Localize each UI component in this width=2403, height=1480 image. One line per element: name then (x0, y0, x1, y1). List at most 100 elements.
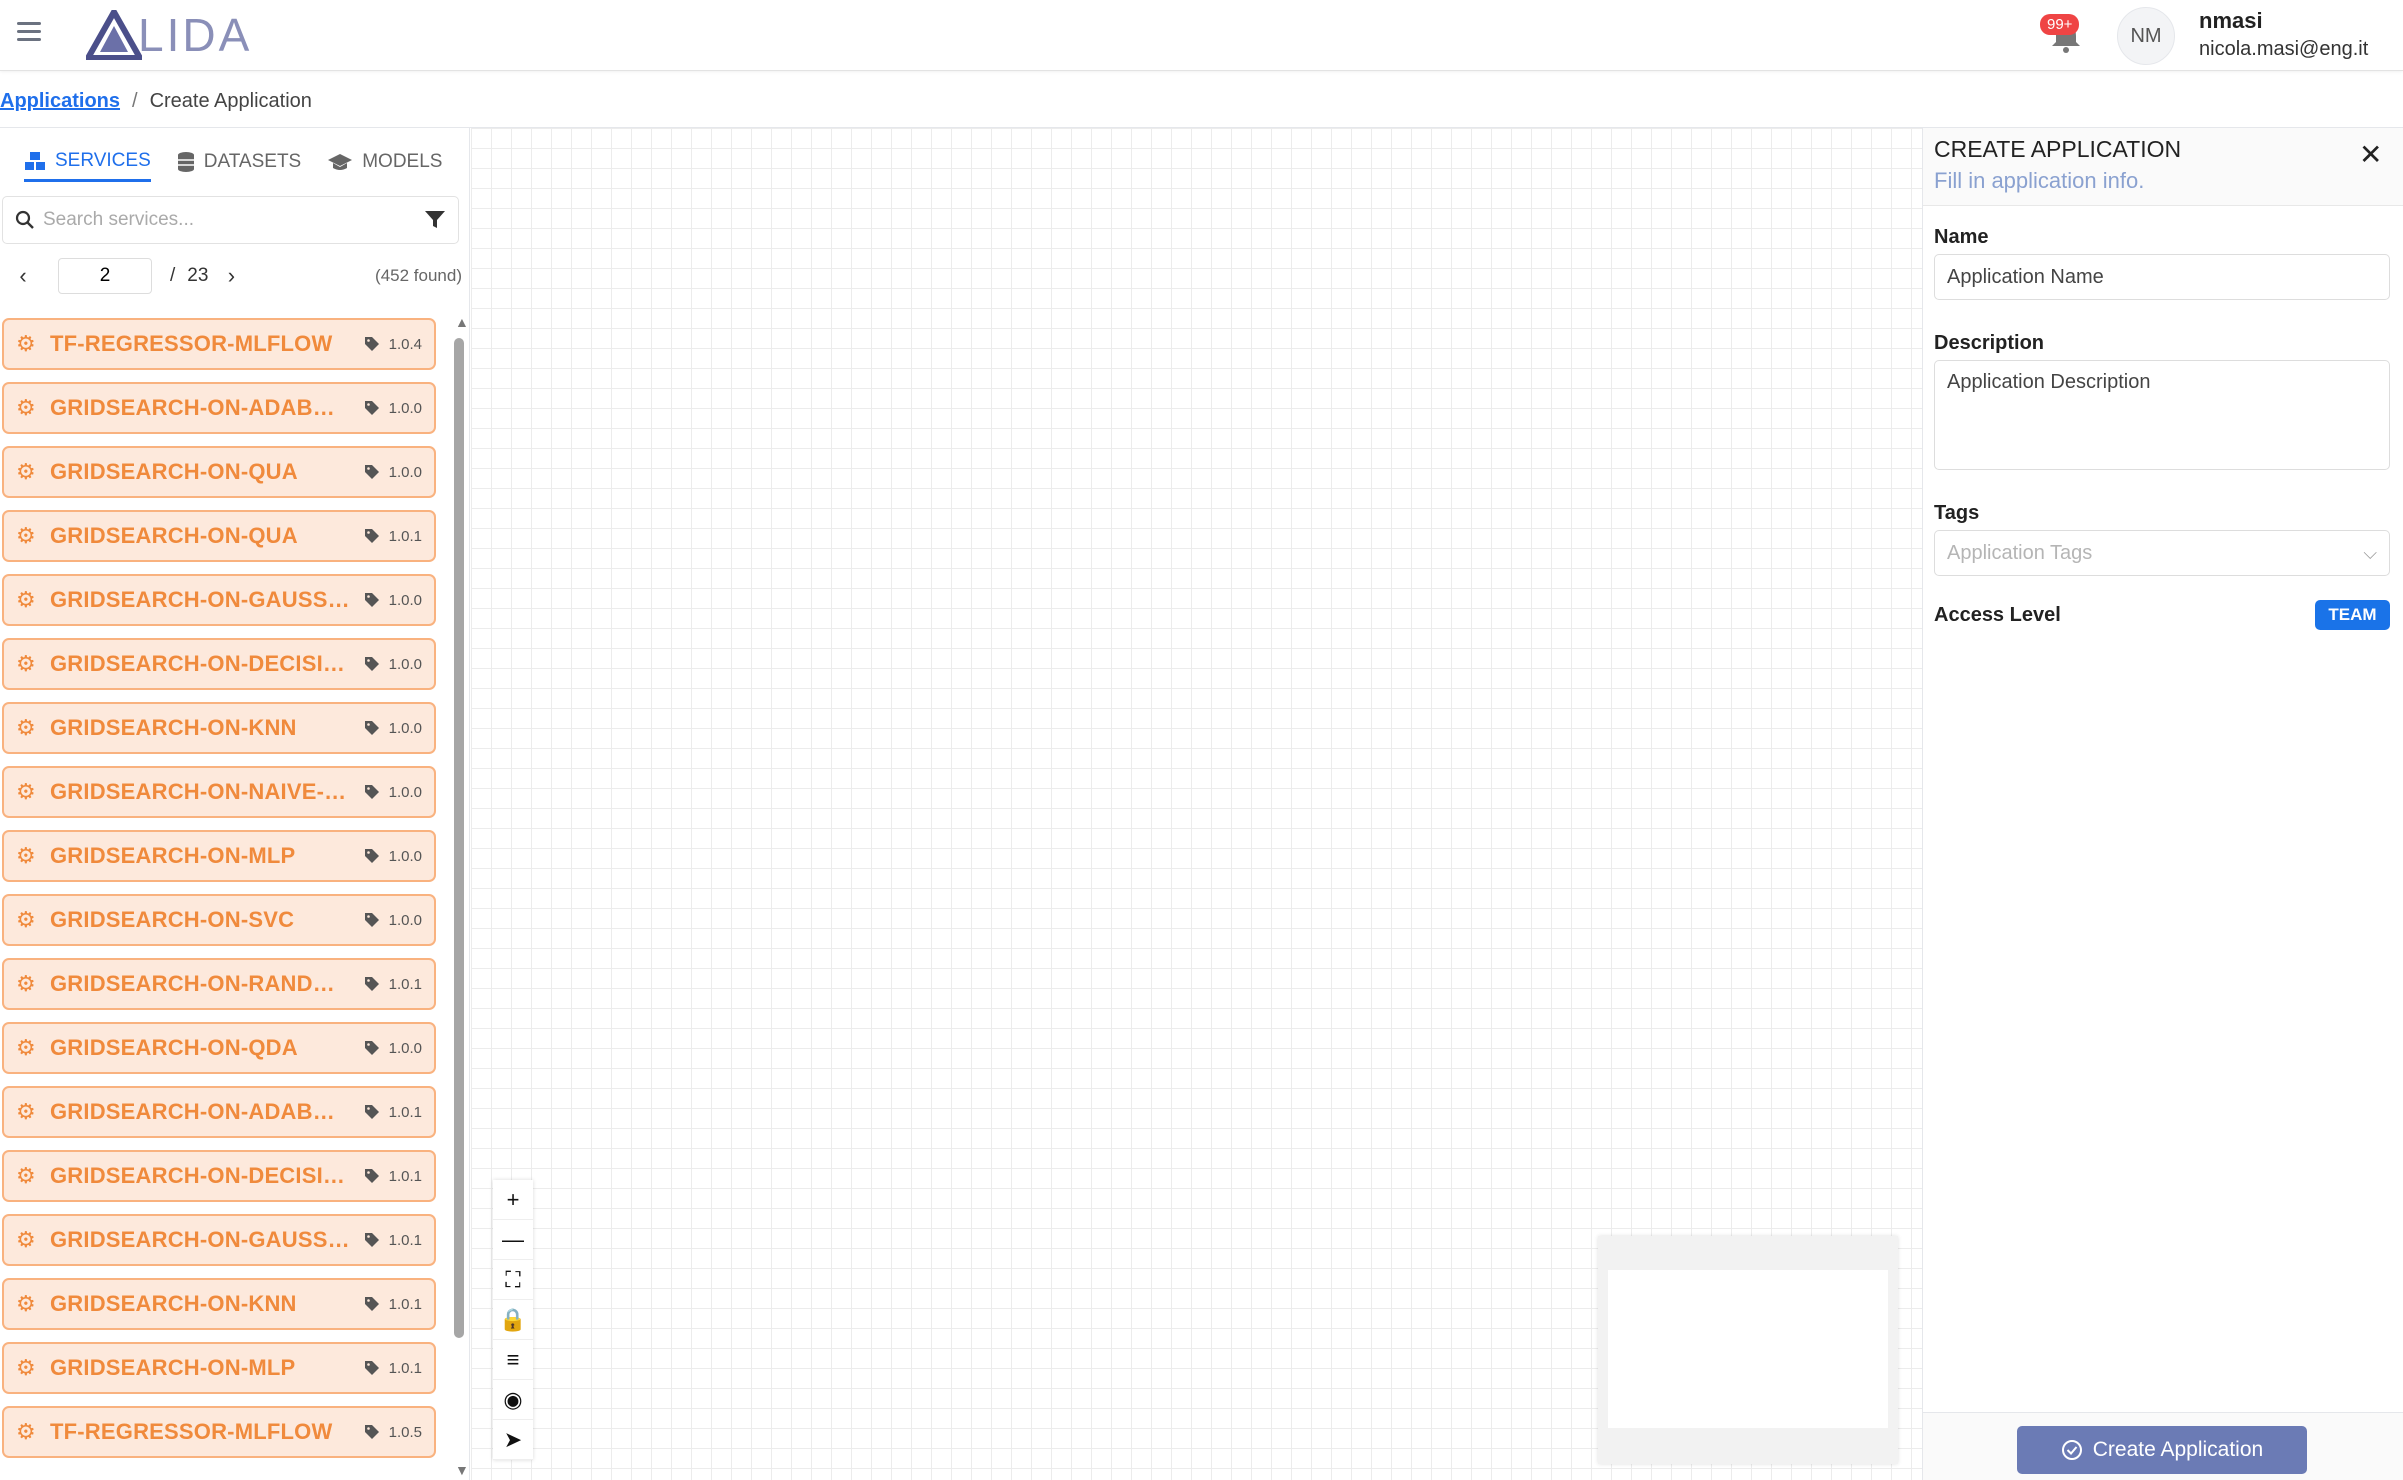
service-name: GRIDSEARCH-ON-DECISION... (50, 651, 350, 676)
gear-icon: ⚙ (16, 523, 36, 548)
notification-badge: 99+ (2040, 14, 2080, 35)
service-version-label: 1.0.1 (388, 975, 422, 993)
gear-icon: ⚙ (16, 587, 36, 612)
tag-icon (364, 1041, 379, 1055)
lock-icon[interactable]: 🔒 (493, 1300, 533, 1340)
service-list: ⚙ TF-REGRESSOR-MLFLOW 1.0.4 ⚙ GRIDSEARCH-ON-… (0, 314, 440, 1480)
breadcrumb-applications-link[interactable]: Applications (0, 90, 120, 113)
gear-icon: ⚙ (16, 459, 36, 484)
service-version: 1.0.0 (364, 655, 422, 673)
service-item[interactable]: ⚙ GRIDSEARCH-ON-QUA 1.0.1 (2, 510, 436, 562)
menu-icon[interactable]: ≡ (493, 1340, 533, 1380)
service-version: 1.0.0 (364, 400, 422, 417)
gear-icon: ⚙ (16, 843, 36, 868)
top-bar: LIDA 99+ NM nmasi nicola.masi@eng.it (0, 0, 2403, 71)
chevron-down-icon: ⌵ (2363, 542, 2377, 563)
service-name: GRIDSEARCH-ON-GAUSSIAN... (50, 587, 350, 612)
fit-view-icon[interactable]: ⛶ (493, 1260, 533, 1300)
service-item[interactable]: ⚙ GRIDSEARCH-ON-MLP 1.0.1 (2, 1342, 436, 1394)
search-box (2, 196, 459, 244)
service-name: GRIDSEARCH-ON-KNN (50, 715, 297, 740)
service-version-label: 1.0.4 (388, 335, 422, 353)
minimap[interactable] (1598, 1236, 1898, 1464)
breadcrumb-separator: / (132, 89, 138, 112)
logo-text: LIDA (138, 9, 253, 61)
panel-subtitle: Fill in application info. (1934, 168, 2145, 193)
canvas-controls: + — ⛶ 🔒 ≡ ◉ ➤ (493, 1180, 533, 1460)
service-item[interactable]: ⚙ GRIDSEARCH-ON-GAUSSIAN... 1.0.0 (2, 574, 436, 626)
name-field-value: Application Name (1947, 265, 2104, 288)
tag-icon (364, 977, 379, 991)
service-item[interactable]: ⚙ GRIDSEARCH-ON-NAIVE-BA... 1.0.0 (2, 766, 436, 818)
page-input[interactable] (58, 258, 152, 294)
breadcrumb: Applications / Create Application (0, 86, 312, 116)
gear-icon: ⚙ (16, 1291, 36, 1316)
service-name: TF-REGRESSOR-MLFLOW (50, 1419, 333, 1444)
tab-models-label: MODELS (362, 151, 443, 172)
tag-icon (364, 1297, 379, 1311)
service-version-label: 1.0.0 (388, 655, 422, 673)
service-item[interactable]: ⚙ GRIDSEARCH-ON-ADABOOST 1.0.0 (2, 382, 436, 434)
service-item[interactable]: ⚙ GRIDSEARCH-ON-DECISION... 1.0.1 (2, 1150, 436, 1202)
total-pages: 23 (187, 265, 209, 286)
name-field[interactable]: Application Name (1934, 254, 2390, 300)
service-version: 1.0.1 (364, 1296, 422, 1313)
tag-icon (364, 529, 379, 543)
tag-icon (364, 1361, 379, 1375)
service-item[interactable]: ⚙ GRIDSEARCH-ON-RANDOM... 1.0.1 (2, 958, 436, 1010)
app-logo[interactable]: LIDA (86, 8, 252, 62)
tags-select[interactable]: Application Tags ⌵ (1934, 530, 2390, 576)
service-version: 1.0.4 (364, 335, 422, 353)
tab-services[interactable]: SERVICES (24, 142, 151, 182)
service-item[interactable]: ⚙ GRIDSEARCH-ON-DECISION... 1.0.0 (2, 638, 436, 690)
navigate-icon[interactable]: ➤ (493, 1420, 533, 1460)
gear-icon: ⚙ (16, 651, 36, 676)
description-field[interactable]: Application Description (1934, 360, 2390, 470)
service-item[interactable]: ⚙ GRIDSEARCH-ON-ADABOOST 1.0.1 (2, 1086, 436, 1138)
service-item[interactable]: ⚙ GRIDSEARCH-ON-SVC 1.0.0 (2, 894, 436, 946)
service-item[interactable]: ⚙ GRIDSEARCH-ON-KNN 1.0.0 (2, 702, 436, 754)
service-name: GRIDSEARCH-ON-QUA (50, 459, 298, 484)
tag-icon (364, 401, 379, 415)
database-icon (177, 152, 194, 172)
gear-icon: ⚙ (16, 715, 36, 740)
service-item[interactable]: ⚙ GRIDSEARCH-ON-KNN 1.0.1 (2, 1278, 436, 1330)
scroll-up-icon[interactable]: ▲ (455, 314, 469, 330)
scroll-down-icon[interactable]: ▼ (455, 1462, 469, 1478)
hamburger-menu-icon[interactable] (17, 22, 41, 44)
service-name: GRIDSEARCH-ON-RANDOM... (50, 971, 350, 996)
tab-models[interactable]: MODELS (327, 142, 442, 182)
prev-page-icon[interactable]: ‹ (0, 263, 46, 289)
tags-placeholder: Application Tags (1947, 541, 2093, 564)
next-page-icon[interactable]: › (208, 263, 254, 289)
zoom-out-icon[interactable]: — (493, 1220, 533, 1260)
service-version-label: 1.0.0 (388, 783, 422, 801)
description-field-value: Application Description (1947, 371, 2151, 393)
zoom-in-icon[interactable]: + (493, 1180, 533, 1220)
service-version-label: 1.0.0 (388, 591, 422, 609)
service-item[interactable]: ⚙ TF-REGRESSOR-MLFLOW 1.0.5 (2, 1406, 436, 1458)
create-application-label: Create Application (2092, 1438, 2264, 1461)
service-version: 1.0.0 (364, 464, 422, 481)
create-application-button[interactable]: Create Application (2017, 1426, 2307, 1474)
hide-icon[interactable]: ◉ (493, 1380, 533, 1420)
service-item[interactable]: ⚙ GRIDSEARCH-ON-QDA 1.0.0 (2, 1022, 436, 1074)
gear-icon: ⚙ (16, 1419, 36, 1444)
service-item[interactable]: ⚙ GRIDSEARCH-ON-QUA 1.0.0 (2, 446, 436, 498)
close-icon[interactable]: ✕ (2359, 138, 2382, 171)
service-version-label: 1.0.1 (388, 1359, 422, 1377)
filter-icon[interactable] (424, 210, 446, 230)
scrollbar[interactable]: ▲ ▼ (452, 314, 469, 1480)
access-level-badge[interactable]: TEAM (2315, 600, 2390, 630)
service-name: GRIDSEARCH-ON-GAUSSIAN... (50, 1227, 350, 1252)
service-item[interactable]: ⚙ GRIDSEARCH-ON-MLP 1.0.0 (2, 830, 436, 882)
avatar[interactable]: NM (2117, 7, 2175, 65)
scrollbar-thumb[interactable] (454, 338, 464, 1338)
service-version-label: 1.0.0 (388, 847, 422, 865)
service-item[interactable]: ⚙ TF-REGRESSOR-MLFLOW 1.0.4 (2, 318, 436, 370)
tab-datasets[interactable]: DATASETS (177, 142, 301, 182)
service-name: GRIDSEARCH-ON-MLP (50, 843, 296, 868)
service-item[interactable]: ⚙ GRIDSEARCH-ON-GAUSSIAN... 1.0.1 (2, 1214, 436, 1266)
gear-icon: ⚙ (16, 971, 36, 996)
search-input[interactable] (43, 209, 424, 231)
